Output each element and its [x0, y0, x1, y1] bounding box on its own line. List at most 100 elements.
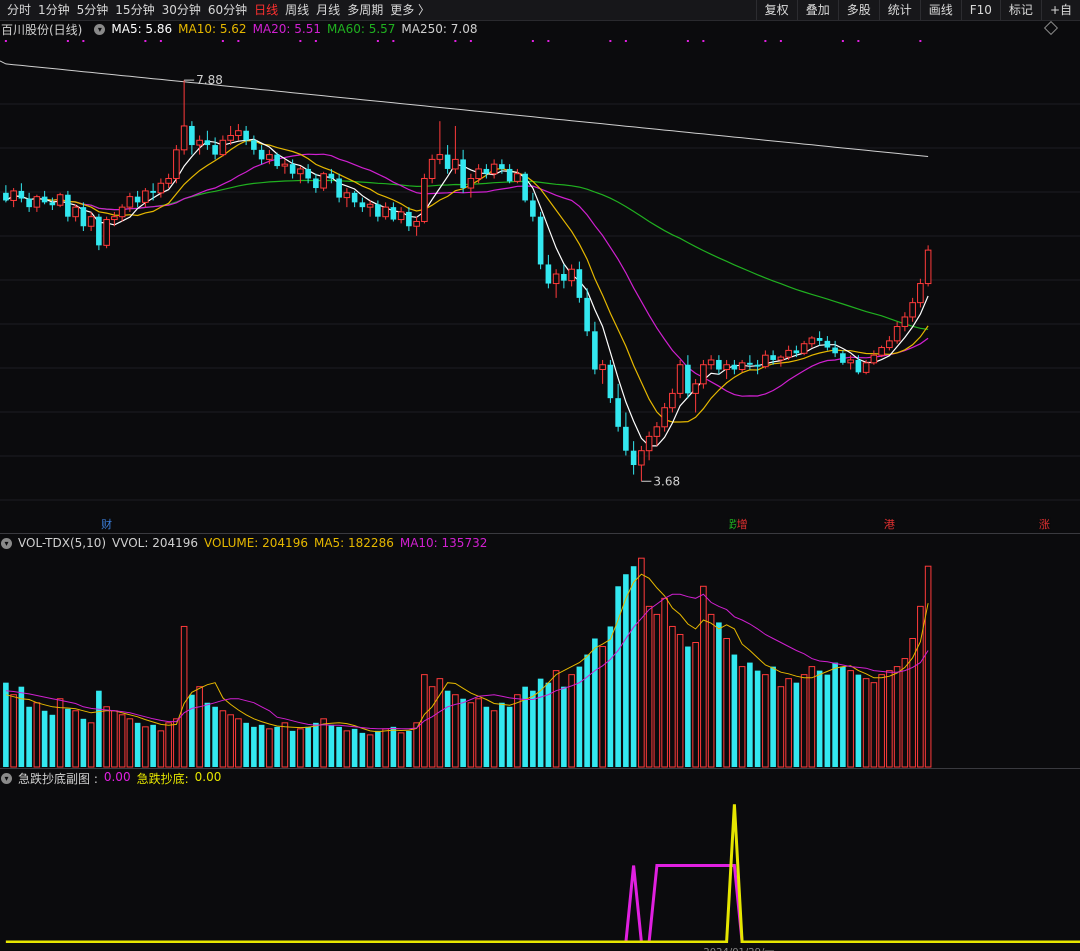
period-tab[interactable]: 周线: [285, 0, 309, 20]
volume-bar: [219, 710, 227, 768]
volume-bar: [847, 670, 854, 768]
volume-chart[interactable]: [0, 534, 1080, 768]
settings-icon[interactable]: ▾: [1, 772, 12, 784]
volume-bar: [87, 722, 95, 768]
candle-body: [499, 164, 505, 169]
period-tab[interactable]: 15分钟: [115, 0, 154, 20]
candle-body: [421, 177, 428, 222]
kline-panel[interactable]: 7.88 3.68 财跌增港涨 百川股份(日线) ▾ MA5: 5.86 MA10: …: [0, 20, 1080, 533]
legend-item: MA5: 182286: [313, 536, 394, 550]
signal-dot: [82, 40, 85, 42]
tool-button[interactable]: 标记: [999, 0, 1041, 20]
tool-button[interactable]: 多股: [837, 0, 879, 20]
period-tab[interactable]: 分时: [7, 0, 31, 20]
candle-body: [537, 216, 544, 265]
candle-body: [436, 154, 444, 160]
volume-bar: [390, 726, 397, 767]
period-tab[interactable]: 60分钟: [208, 0, 247, 20]
volume-panel[interactable]: ▾ VOL-TDX(5,10) VVOL: 204196 VOLUME: 20419…: [0, 534, 1080, 768]
candle-body: [878, 347, 885, 356]
volume-bar: [676, 633, 684, 768]
volume-bar: [870, 682, 878, 768]
candle-body: [103, 219, 110, 246]
volume-bar: [305, 726, 311, 767]
candle-body: [444, 154, 451, 169]
volume-bar: [157, 730, 165, 768]
period-tab[interactable]: 1分钟: [38, 0, 70, 20]
indicator-panel[interactable]: 2024/01/29/一 ▾ 急跌抄底副图 : 0.00 急跌抄底: 0.00: [0, 769, 1080, 951]
candle-body: [676, 364, 684, 394]
period-tab[interactable]: 月线: [316, 0, 340, 20]
settings-icon[interactable]: ▾: [1, 537, 12, 549]
volume-bar: [862, 678, 870, 768]
candle-body: [716, 359, 722, 370]
candle-body: [924, 249, 932, 285]
period-tab[interactable]: 多周期: [347, 0, 383, 20]
indicator-legend-items: 急跌抄底副图 : 0.00 急跌抄底: 0.00: [18, 770, 227, 787]
candle-body: [901, 316, 909, 328]
volume-bar: [235, 718, 242, 768]
signal-dot: [857, 40, 860, 42]
kline-chart[interactable]: 7.883.68财 跌增港涨: [0, 20, 1080, 533]
candle-body: [111, 216, 118, 221]
period-tab[interactable]: 日线: [254, 0, 278, 20]
candle-body: [204, 140, 211, 146]
signal-dot: [66, 40, 69, 42]
tool-button[interactable]: 画线: [919, 0, 961, 20]
candle-body: [653, 426, 661, 437]
volume-bar: [142, 726, 149, 768]
tool-button[interactable]: 复权: [755, 0, 797, 20]
candle-body: [917, 283, 924, 304]
legend-item: 0.00: [194, 769, 222, 784]
candle-body: [475, 168, 482, 179]
volume-bar: [320, 718, 327, 768]
candle-body: [297, 168, 304, 175]
tool-button[interactable]: +自: [1040, 0, 1080, 20]
period-tab[interactable]: 30分钟: [162, 0, 201, 20]
period-tab[interactable]: 更多 〉: [390, 0, 430, 20]
volume-bar: [490, 710, 498, 768]
candle-body: [274, 154, 280, 167]
candle-body: [615, 398, 621, 427]
volume-bar: [808, 666, 816, 768]
tool-button[interactable]: 统计: [878, 0, 920, 20]
volume-bar: [328, 724, 335, 767]
signal-dot: [144, 40, 147, 42]
volume-bar: [196, 686, 203, 768]
volume-bar: [189, 694, 195, 767]
candle-body: [685, 364, 691, 394]
ma250-line: [0, 60, 929, 157]
volume-bar: [692, 642, 699, 768]
indicator-chart[interactable]: 2024/01/29/一: [0, 769, 1080, 951]
volume-bar: [530, 690, 536, 767]
candle-body: [343, 192, 351, 199]
candle-body: [862, 362, 870, 373]
candle-body: [41, 196, 48, 203]
tool-button[interactable]: F10: [960, 0, 1000, 20]
candle-body: [72, 206, 79, 218]
volume-bar: [281, 722, 289, 768]
candle-body: [607, 364, 614, 399]
legend-item: MA10: 5.62: [178, 22, 247, 36]
candle-body: [336, 178, 342, 198]
volume-bar: [832, 662, 838, 767]
low-label: 3.68: [653, 474, 680, 488]
candle-body: [87, 216, 95, 227]
candle-body: [522, 173, 528, 201]
candle-body: [96, 216, 102, 246]
chart-tools: 复权 叠加 多股 统计 画线 F10 标记 +自: [755, 0, 1080, 20]
volume-bar: [382, 728, 389, 768]
volume-bar: [359, 732, 366, 767]
signal-dot: [159, 40, 162, 42]
settings-icon[interactable]: ▾: [94, 23, 106, 35]
legend-item: MA60: 5.57: [327, 22, 396, 36]
volume-bar: [375, 730, 381, 767]
signal-dot: [686, 40, 689, 42]
volume-bar: [840, 666, 846, 767]
tool-button[interactable]: 叠加: [796, 0, 838, 20]
period-tab[interactable]: 5分钟: [77, 0, 109, 20]
candle-body: [359, 202, 366, 208]
volume-bar: [204, 702, 211, 767]
candle-body: [824, 340, 831, 348]
legend-item: MA10: 135732: [399, 536, 488, 550]
